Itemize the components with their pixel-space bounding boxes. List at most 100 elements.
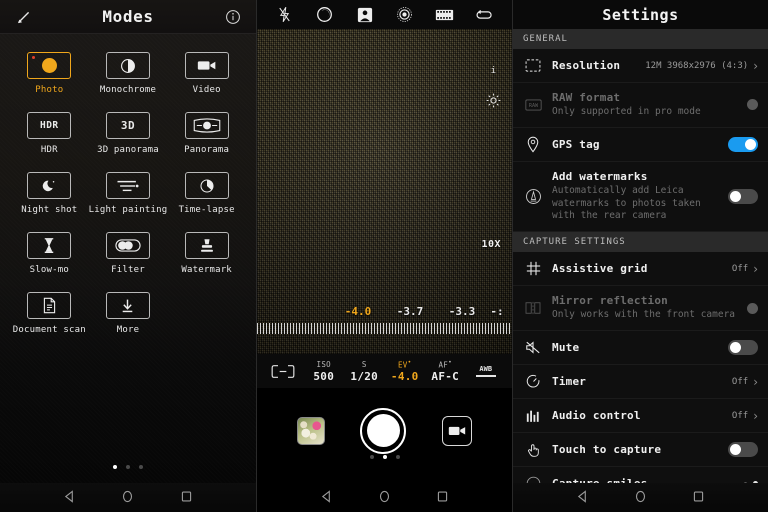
- gallery-thumbnail[interactable]: [296, 416, 325, 445]
- setting-row-add-watermarks[interactable]: Add watermarks Automatically add Leica w…: [513, 161, 768, 233]
- mode-item-panorama[interactable]: Panorama: [167, 112, 246, 155]
- page-dot[interactable]: [395, 455, 400, 459]
- setting-title: Touch to capture: [552, 443, 662, 457]
- pro-control-af[interactable]: AF• AF-C: [425, 359, 466, 384]
- setting-row-touch-to-capture[interactable]: Touch to capture: [513, 433, 768, 468]
- setting-row-timer[interactable]: Timer Off ›: [513, 365, 768, 400]
- setting-row-gps-tag[interactable]: GPS tag: [513, 127, 768, 162]
- timelapse-icon: [184, 172, 229, 199]
- video-mode-button[interactable]: [442, 415, 473, 446]
- flash-off-icon[interactable]: [272, 4, 298, 26]
- setting-row-mute[interactable]: Mute: [513, 331, 768, 366]
- camera-bottom-bar: [257, 388, 512, 473]
- loop-icon[interactable]: [471, 4, 497, 26]
- page-dot[interactable]: [126, 465, 130, 469]
- metering-icon[interactable]: [263, 364, 304, 379]
- mode-item-filter[interactable]: Filter: [89, 232, 168, 275]
- camera-page-dots[interactable]: [257, 455, 512, 459]
- mute-toggle[interactable]: [728, 340, 758, 356]
- back-triangle-icon[interactable]: [576, 488, 589, 507]
- exposure-scale[interactable]: -4.0 -3.7 -3.3 -:: [257, 302, 512, 346]
- exposure-ruler[interactable]: [257, 323, 512, 334]
- modes-page-dots[interactable]: [0, 465, 256, 469]
- page-dot[interactable]: [369, 455, 374, 459]
- setting-title: GPS tag: [552, 137, 600, 151]
- pro-dial-icon[interactable]: [391, 4, 417, 26]
- setting-row-mirror-reflection: Mirror reflection Only works with the fr…: [513, 286, 768, 332]
- setting-title: Assistive grid: [552, 262, 648, 276]
- recents-square-icon[interactable]: [692, 488, 705, 507]
- exposure-values: -4.0 -3.7 -3.3 -:: [257, 302, 512, 318]
- mode-item-night-shot[interactable]: Night shot: [10, 172, 89, 215]
- awb-icon: AWB: [475, 365, 496, 377]
- setting-value: 12M 3968x2976 (4:3): [645, 60, 749, 71]
- mode-item-hdr[interactable]: HDR HDR: [10, 112, 89, 155]
- mode-item-document-scan[interactable]: Document scan: [10, 292, 89, 335]
- mode-item-light-painting[interactable]: Light painting: [89, 172, 168, 215]
- pro-value: AF-C: [431, 370, 460, 384]
- page-dot[interactable]: [382, 455, 387, 459]
- mode-item-video[interactable]: Video: [167, 52, 246, 95]
- disabled-toggle: [747, 99, 758, 111]
- pro-control-shutter[interactable]: S 1/20: [344, 360, 385, 383]
- touch-hand-icon: [523, 442, 543, 458]
- filter-toggle-icon: [105, 232, 150, 259]
- aperture-icon[interactable]: [312, 4, 338, 26]
- pencil-icon[interactable]: [4, 0, 42, 34]
- camera-icon: [27, 52, 72, 79]
- mode-label: Filter: [111, 265, 145, 275]
- pro-control-ev[interactable]: EV• -4.0: [385, 359, 426, 384]
- gps-toggle[interactable]: [728, 136, 758, 152]
- modes-grid: Photo Monochrome Video HDR HDR 3D 3D pan…: [0, 34, 256, 335]
- pro-control-awb[interactable]: AWB: [466, 365, 507, 377]
- watermark-icon: [523, 188, 543, 205]
- setting-subtitle: Only works with the front camera: [552, 309, 736, 321]
- mode-item-monochrome[interactable]: Monochrome: [89, 52, 168, 95]
- info-icon[interactable]: [214, 0, 252, 34]
- mode-item-slow-mo[interactable]: Slow-mo: [10, 232, 89, 275]
- back-triangle-icon[interactable]: [320, 488, 333, 507]
- filmstrip-icon[interactable]: [431, 4, 457, 26]
- resolution-icon: [523, 59, 543, 72]
- zoom-level-label[interactable]: 10X: [481, 239, 501, 250]
- grid-icon: [523, 261, 543, 276]
- setting-title: Resolution: [552, 59, 621, 72]
- home-circle-icon[interactable]: [121, 488, 134, 507]
- watermarks-toggle[interactable]: [728, 189, 758, 205]
- settings-panel: Settings GENERAL Resolution 12M 3968x297…: [512, 0, 768, 512]
- raw-icon: RAW: [523, 99, 543, 111]
- camera-viewfinder[interactable]: i 10X -4.0 -3.7 -3.3 -:: [257, 29, 512, 354]
- android-navbar: [513, 483, 768, 512]
- mode-item-3d-panorama[interactable]: 3D 3D panorama: [89, 112, 168, 155]
- sun-icon[interactable]: [486, 93, 501, 112]
- mode-item-photo[interactable]: Photo: [10, 52, 89, 95]
- chevron-right-icon: ›: [753, 58, 758, 73]
- mode-label: Panorama: [184, 145, 230, 155]
- mode-label: Light painting: [88, 205, 168, 215]
- mode-item-time-lapse[interactable]: Time-lapse: [167, 172, 246, 215]
- touch-capture-toggle[interactable]: [728, 442, 758, 458]
- setting-title: Add watermarks: [552, 169, 648, 183]
- portrait-icon[interactable]: [352, 4, 378, 26]
- section-header-general: GENERAL: [513, 29, 768, 49]
- setting-value: Off: [731, 376, 749, 387]
- setting-row-audio-control[interactable]: Audio control Off ›: [513, 399, 768, 434]
- mode-item-more[interactable]: More: [89, 292, 168, 335]
- home-circle-icon[interactable]: [634, 488, 647, 507]
- mode-label: Photo: [35, 85, 64, 95]
- page-dot[interactable]: [139, 465, 143, 469]
- mode-item-watermark[interactable]: Watermark: [167, 232, 246, 275]
- recents-square-icon[interactable]: [180, 488, 193, 507]
- mode-label: Watermark: [181, 265, 232, 275]
- pro-control-iso[interactable]: ISO 500: [304, 360, 345, 383]
- pro-key: EV•: [397, 358, 412, 370]
- camera-panel: i 10X -4.0 -3.7 -3.3 -: ISO 500 S 1/20 E…: [256, 0, 512, 512]
- setting-row-assistive-grid[interactable]: Assistive grid Off ›: [513, 252, 768, 287]
- chevron-right-icon: ›: [753, 261, 758, 276]
- setting-row-resolution[interactable]: Resolution 12M 3968x2976 (4:3) ›: [513, 49, 768, 83]
- home-circle-icon[interactable]: [378, 488, 391, 507]
- page-dot[interactable]: [113, 465, 117, 469]
- shutter-button[interactable]: [360, 407, 407, 454]
- back-triangle-icon[interactable]: [63, 488, 76, 507]
- recents-square-icon[interactable]: [436, 488, 449, 507]
